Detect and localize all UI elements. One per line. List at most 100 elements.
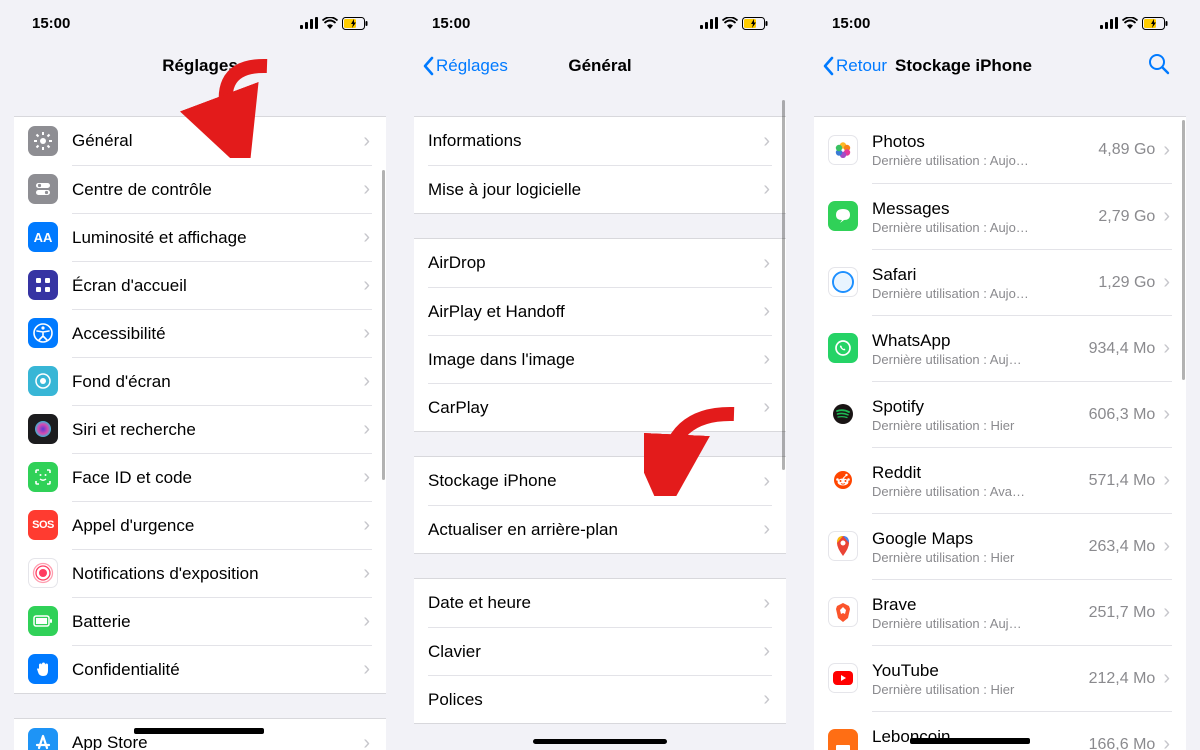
- gear-icon: [28, 126, 58, 156]
- wifi-icon: [322, 17, 338, 29]
- home-indicator[interactable]: [533, 739, 667, 744]
- app-last-used: Dernière utilisation : Aujo…: [872, 153, 1052, 168]
- row-label: Centre de contrôle: [72, 180, 363, 200]
- chevron-right-icon: ›: [363, 562, 370, 585]
- row-app-store[interactable]: App Store ›: [14, 719, 386, 750]
- storage-screen: 15:00 Retour Stockage iPhone Photos Dern…: [814, 0, 1186, 750]
- app-last-used: Dernière utilisation : Auj…: [872, 352, 1052, 367]
- general-row-actualiser-en-arri-re-plan[interactable]: Actualiser en arrière-plan ›: [414, 505, 786, 553]
- storage-row-leboncoin[interactable]: Leboncoin Dernière utilisation : Auj… 16…: [814, 711, 1186, 750]
- general-row-airdrop[interactable]: AirDrop ›: [414, 239, 786, 287]
- storage-row-messages[interactable]: Messages Dernière utilisation : Aujo… 2,…: [814, 183, 1186, 249]
- row-label: Clavier: [428, 642, 763, 662]
- row-label: Mise à jour logicielle: [428, 180, 763, 200]
- app-name: WhatsApp: [872, 331, 1089, 351]
- general-row-polices[interactable]: Polices ›: [414, 675, 786, 723]
- nav-bar: Retour Stockage iPhone: [814, 44, 1186, 88]
- chevron-right-icon: ›: [363, 370, 370, 393]
- chevron-right-icon: ›: [1163, 403, 1170, 426]
- toggles-icon: [28, 174, 58, 204]
- row-label: Siri et recherche: [72, 420, 363, 440]
- settings-row-fond-d-cran[interactable]: Fond d'écran ›: [14, 357, 386, 405]
- scroll-indicator: [782, 100, 785, 470]
- storage-row-brave[interactable]: Brave Dernière utilisation : Auj… 251,7 …: [814, 579, 1186, 645]
- storage-row-photos[interactable]: Photos Dernière utilisation : Aujo… 4,89…: [814, 117, 1186, 183]
- brave-icon: [828, 597, 858, 627]
- spotify-icon: [828, 399, 858, 429]
- battery-charging-icon: [1142, 17, 1168, 30]
- chevron-right-icon: ›: [1163, 139, 1170, 162]
- app-last-used: Dernière utilisation : Auj…: [872, 616, 1052, 631]
- back-button[interactable]: Réglages: [422, 56, 508, 76]
- app-name: Brave: [872, 595, 1089, 615]
- app-last-used: Dernière utilisation : Hier: [872, 418, 1052, 433]
- chevron-right-icon: ›: [363, 732, 370, 750]
- settings-row-batterie[interactable]: Batterie ›: [14, 597, 386, 645]
- general-row-date-et-heure[interactable]: Date et heure ›: [414, 579, 786, 627]
- settings-row--cran-d-accueil[interactable]: Écran d'accueil ›: [14, 261, 386, 309]
- app-size: 2,79 Go: [1098, 208, 1155, 226]
- settings-row-accessibilit-[interactable]: Accessibilité ›: [14, 309, 386, 357]
- leboncoin-icon: [828, 729, 858, 750]
- photos-icon: [828, 135, 858, 165]
- nav-bar: Réglages: [14, 44, 386, 88]
- general-row-airplay-et-handoff[interactable]: AirPlay et Handoff ›: [414, 287, 786, 335]
- row-label: Confidentialité: [72, 660, 363, 680]
- status-bar: 15:00: [814, 8, 1186, 38]
- chevron-right-icon: ›: [763, 252, 770, 275]
- general-row-mise-jour-logicielle[interactable]: Mise à jour logicielle ›: [414, 165, 786, 213]
- back-label: Réglages: [436, 56, 508, 76]
- general-row-clavier[interactable]: Clavier ›: [414, 627, 786, 675]
- chevron-right-icon: ›: [363, 226, 370, 249]
- general-row-informations[interactable]: Informations ›: [414, 117, 786, 165]
- settings-row-notifications-d-exposition[interactable]: Notifications d'exposition ›: [14, 549, 386, 597]
- faceid-icon: [28, 462, 58, 492]
- scroll-indicator: [382, 170, 385, 480]
- back-button[interactable]: Retour: [822, 56, 887, 76]
- storage-row-reddit[interactable]: Reddit Dernière utilisation : Ava… 571,4…: [814, 447, 1186, 513]
- storage-row-google-maps[interactable]: Google Maps Dernière utilisation : Hier …: [814, 513, 1186, 579]
- chevron-right-icon: ›: [763, 348, 770, 371]
- status-indicators: [1100, 17, 1168, 30]
- settings-row-confidentialit-[interactable]: Confidentialité ›: [14, 645, 386, 693]
- sos-icon: SOS: [28, 510, 58, 540]
- settings-list: Général › Centre de contrôle › AA Lumino…: [14, 116, 386, 694]
- app-name: Messages: [872, 199, 1098, 219]
- app-size: 571,4 Mo: [1089, 472, 1156, 490]
- settings-row-siri-et-recherche[interactable]: Siri et recherche ›: [14, 405, 386, 453]
- settings-row-face-id-et-code[interactable]: Face ID et code ›: [14, 453, 386, 501]
- chevron-right-icon: ›: [763, 592, 770, 615]
- chevron-right-icon: ›: [363, 322, 370, 345]
- storage-row-youtube[interactable]: YouTube Dernière utilisation : Hier 212,…: [814, 645, 1186, 711]
- search-button[interactable]: [1148, 53, 1178, 80]
- settings-row-appel-d-urgence[interactable]: SOS Appel d'urgence ›: [14, 501, 386, 549]
- page-title: Stockage iPhone: [895, 56, 1032, 76]
- storage-row-safari[interactable]: Safari Dernière utilisation : Aujo… 1,29…: [814, 249, 1186, 315]
- app-size: 263,4 Mo: [1089, 538, 1156, 556]
- reddit-icon: [828, 465, 858, 495]
- chevron-right-icon: ›: [1163, 469, 1170, 492]
- row-label: Stockage iPhone: [428, 471, 763, 491]
- chevron-right-icon: ›: [363, 466, 370, 489]
- nav-bar: Réglages Général: [414, 44, 786, 88]
- settings-list-next: App Store ›: [14, 718, 386, 750]
- battery-icon: [28, 606, 58, 636]
- storage-row-whatsapp[interactable]: WhatsApp Dernière utilisation : Auj… 934…: [814, 315, 1186, 381]
- settings-row-luminosit-et-affichage[interactable]: AA Luminosité et affichage ›: [14, 213, 386, 261]
- row-label: Image dans l'image: [428, 350, 763, 370]
- general-row-carplay[interactable]: CarPlay ›: [414, 383, 786, 431]
- settings-row-centre-de-contr-le[interactable]: Centre de contrôle ›: [14, 165, 386, 213]
- status-time: 15:00: [432, 15, 470, 32]
- settings-row-g-n-ral[interactable]: Général ›: [14, 117, 386, 165]
- general-group-0: Informations › Mise à jour logicielle ›: [414, 116, 786, 214]
- app-last-used: Dernière utilisation : Hier: [872, 682, 1052, 697]
- app-name: Spotify: [872, 397, 1089, 417]
- row-label: Luminosité et affichage: [72, 228, 363, 248]
- app-size: 212,4 Mo: [1089, 670, 1156, 688]
- general-row-image-dans-l-image[interactable]: Image dans l'image ›: [414, 335, 786, 383]
- scroll-indicator: [1182, 120, 1185, 380]
- storage-row-spotify[interactable]: Spotify Dernière utilisation : Hier 606,…: [814, 381, 1186, 447]
- app-size: 934,4 Mo: [1089, 340, 1156, 358]
- general-row-stockage-iphone[interactable]: Stockage iPhone ›: [414, 457, 786, 505]
- chevron-right-icon: ›: [363, 514, 370, 537]
